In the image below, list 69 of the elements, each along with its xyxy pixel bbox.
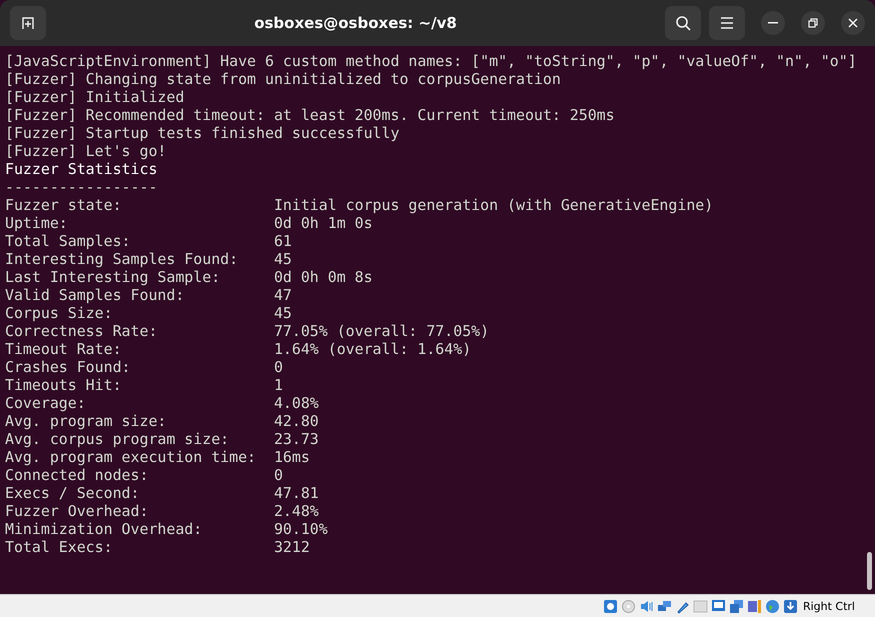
stat-value: 45 (274, 250, 292, 268)
menu-button[interactable] (709, 6, 745, 40)
stat-label: Corpus Size: (5, 304, 114, 322)
stat-label: Timeout Rate: (5, 340, 123, 358)
host-key-label: Right Ctrl (802, 600, 855, 612)
stat-label: Interesting Samples Found: (5, 250, 240, 268)
stat-value: 42.80 (274, 412, 319, 430)
stat-value: Initial corpus generation (with GenerativeEngine) (274, 196, 714, 214)
scrollbar-thumb[interactable] (867, 552, 872, 590)
stat-label: Fuzzer state: (5, 196, 123, 214)
globe-icon[interactable] (764, 598, 780, 614)
stat-label: Avg. program execution time: (5, 448, 258, 466)
stat-value: 2.48% (274, 502, 319, 520)
restore-icon (808, 18, 818, 28)
stat-label: Total Execs: (5, 538, 114, 556)
search-icon (675, 15, 691, 31)
stat-value: 61 (274, 232, 292, 250)
search-button[interactable] (665, 6, 701, 40)
maximize-button[interactable] (801, 11, 825, 35)
log-line: [Fuzzer] Let's go! (5, 142, 168, 160)
stat-value: 77.05% (overall: 77.05%) (274, 322, 490, 340)
stat-label: Connected nodes: (5, 466, 150, 484)
window-title: osboxes@osboxes: ~/v8 (253, 14, 458, 32)
stat-label: Avg. corpus program size: (5, 430, 230, 448)
log-line: [Fuzzer] Recommended timeout: at least 200ms. Current timeout: 250ms (5, 106, 616, 124)
stat-value: 0 (274, 466, 283, 484)
new-tab-button[interactable] (10, 6, 46, 40)
network-icon[interactable] (656, 598, 672, 614)
download-icon[interactable] (782, 598, 798, 614)
stat-value: 1.64% (overall: 1.64%) (274, 340, 472, 358)
stat-value: 16ms (274, 448, 310, 466)
stat-label: Correctness Rate: (5, 322, 158, 340)
minimize-button[interactable] (761, 11, 785, 35)
stat-value: 0d 0h 0m 8s (274, 268, 373, 286)
stat-label: Execs / Second: (5, 484, 140, 502)
log-line: [Fuzzer] Changing state from uninitialized to corpusGeneration (5, 70, 562, 88)
stat-label: Valid Samples Found: (5, 286, 186, 304)
stat-value: 0 (274, 358, 283, 376)
log-line: [JavaScriptEnvironment] Have 6 custom method names: ["m", "toString", "p", "valueOf", "n", "o"] (5, 52, 858, 70)
stat-label: Uptime: (5, 214, 69, 232)
stat-value: 47 (274, 286, 292, 304)
stat-value: 0d 0h 1m 0s (274, 214, 373, 232)
minimize-icon (768, 22, 778, 24)
windows-icon[interactable] (728, 598, 744, 614)
stat-label: Avg. program size: (5, 412, 168, 430)
stat-label: Timeouts Hit: (5, 376, 123, 394)
speaker-icon[interactable] (638, 598, 654, 614)
stats-heading: Fuzzer Statistics (5, 160, 158, 178)
stat-value: 4.08% (274, 394, 319, 412)
log-line: [Fuzzer] Initialized (5, 88, 186, 106)
stat-label: Last Interesting Sample: (5, 268, 222, 286)
separator-line: ----------------- (5, 178, 158, 196)
stat-label: Total Samples: (5, 232, 132, 250)
log-line: [Fuzzer] Startup tests finished successfully (5, 124, 400, 142)
new-tab-icon (20, 15, 36, 31)
stat-value: 1 (274, 376, 283, 394)
stat-label: Fuzzer Overhead: (5, 502, 150, 520)
display-icon[interactable] (710, 598, 726, 614)
menu-icon (720, 17, 734, 29)
stat-label: Coverage: (5, 394, 87, 412)
stat-value: 47.81 (274, 484, 319, 502)
stat-label: Crashes Found: (5, 358, 132, 376)
stat-value: 45 (274, 304, 292, 322)
close-icon (848, 18, 858, 28)
stat-label: Minimization Overhead: (5, 520, 204, 538)
stat-value: 3212 (274, 538, 310, 556)
close-button[interactable] (841, 11, 865, 35)
stat-value: 90.10% (274, 520, 328, 538)
stat-value: 23.73 (274, 430, 319, 448)
